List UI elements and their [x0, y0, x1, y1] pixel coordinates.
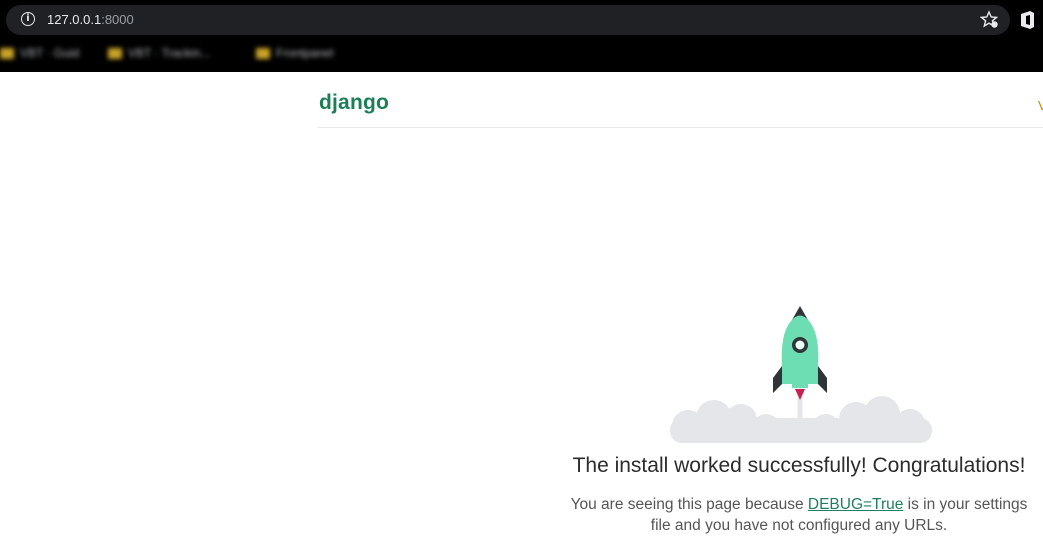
bookmarks-bar: VBT · Guid VBT · Trackin... Frontpanel — [0, 40, 1043, 66]
folder-icon — [256, 47, 270, 59]
office-extension-icon[interactable] — [1018, 10, 1038, 30]
folder-icon — [0, 47, 14, 59]
right-fin — [818, 366, 827, 393]
url-port: :8000 — [101, 12, 134, 27]
release-notes-link[interactable]: V — [1038, 98, 1043, 113]
bookmark-item[interactable]: Frontpanel — [256, 44, 333, 62]
django-logo[interactable]: django — [319, 91, 389, 115]
left-fin — [773, 366, 782, 393]
folder-icon — [108, 47, 122, 59]
rocket-illustration — [670, 306, 932, 443]
info-icon[interactable]: i — [21, 12, 35, 26]
url-host: 127.0.0.1 — [47, 12, 102, 27]
header-divider — [318, 127, 1043, 128]
success-heading: The install worked successfully! Congrat… — [572, 454, 1026, 477]
browser-chrome: i 127.0.0.1:8000 VBT · Guid VBT · Tracki… — [0, 0, 1043, 72]
flame — [795, 389, 805, 400]
bookmark-item[interactable]: VBT · Guid — [0, 44, 79, 62]
bookmark-star-icon[interactable] — [980, 10, 1000, 30]
url-text[interactable]: 127.0.0.1:8000 — [47, 12, 134, 27]
debug-message: You are seeing this page because DEBUG=T… — [570, 496, 1028, 534]
bookmark-item[interactable]: VBT · Trackin... — [108, 44, 210, 62]
debug-true-link[interactable]: DEBUG=True — [808, 496, 903, 513]
address-bar[interactable]: i 127.0.0.1:8000 — [6, 5, 1010, 35]
